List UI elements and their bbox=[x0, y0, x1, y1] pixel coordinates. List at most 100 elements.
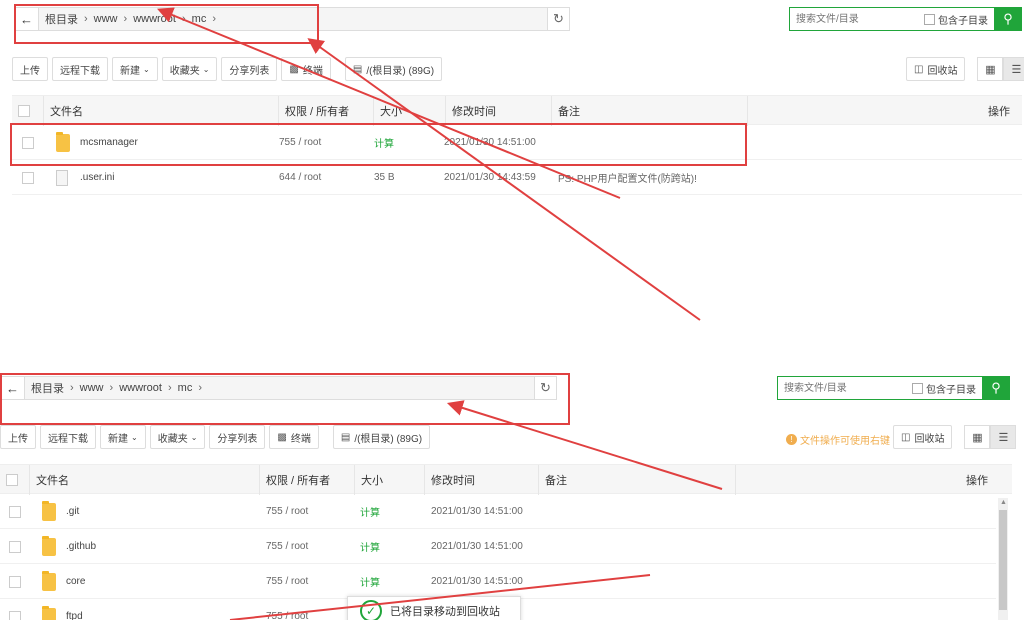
upload-button[interactable]: 上传 bbox=[0, 425, 36, 449]
list-view-icon[interactable]: ☰ bbox=[990, 425, 1017, 449]
col-note: 备注 bbox=[552, 96, 748, 126]
table-scrollbar[interactable]: ▲ bbox=[998, 498, 1008, 620]
terminal-button[interactable]: ▩ 终端 bbox=[281, 57, 331, 81]
row-checkbox[interactable] bbox=[9, 564, 21, 599]
row-checkbox[interactable] bbox=[9, 599, 21, 620]
col-size[interactable]: 大小 bbox=[355, 465, 425, 495]
col-permission[interactable]: 权限 / 所有者 bbox=[279, 96, 374, 126]
file-permission[interactable]: 755 / root bbox=[266, 599, 308, 620]
col-mtime[interactable]: 修改时间 bbox=[425, 465, 539, 495]
file-manager-before: ← 根目录› www› wwwroot› mc› ↻ 包含子目录 ⚲ 上传 远程… bbox=[0, 0, 1024, 330]
col-actions: 操作 bbox=[966, 475, 988, 487]
file-mtime: 2021/01/30 14:51:00 bbox=[431, 506, 523, 517]
col-size[interactable]: 大小 bbox=[374, 96, 446, 126]
include-subdir-toggle[interactable]: 包含子目录 bbox=[912, 381, 976, 396]
table-row[interactable]: .git 755 / root 计算 2021/01/30 14:51:00 bbox=[0, 494, 996, 529]
table-row[interactable]: .github 755 / root 计算 2021/01/30 14:51:0… bbox=[0, 529, 996, 564]
disk-icon: ▤ bbox=[340, 431, 351, 443]
annotation-box bbox=[10, 123, 747, 166]
check-circle-icon: ✓ bbox=[360, 600, 382, 620]
toolbar-right: ◫ 回收站 ▦ ☰ bbox=[893, 425, 1017, 449]
scroll-up-icon[interactable]: ▲ bbox=[1000, 499, 1007, 506]
annotation-box bbox=[0, 373, 570, 425]
trash-icon: ◫ bbox=[914, 63, 924, 75]
file-mtime: 2021/01/30 14:51:00 bbox=[431, 576, 523, 587]
search-box: 包含子目录 ⚲ bbox=[777, 376, 1010, 400]
disk-icon: ▤ bbox=[352, 63, 363, 75]
file-permission[interactable]: 755 / root bbox=[266, 494, 308, 529]
col-permission[interactable]: 权限 / 所有者 bbox=[260, 465, 355, 495]
chevron-down-icon: ⌄ bbox=[202, 64, 210, 74]
col-mtime[interactable]: 修改时间 bbox=[446, 96, 552, 126]
folder-icon bbox=[42, 564, 56, 599]
include-subdir-label: 包含子目录 bbox=[938, 15, 988, 27]
file-name[interactable]: ftpd bbox=[66, 599, 83, 620]
toast-notification: ✓ 已将目录移动到回收站 bbox=[347, 596, 521, 620]
select-all-checkbox[interactable] bbox=[0, 465, 30, 495]
terminal-icon: ▩ bbox=[289, 63, 299, 75]
calc-size-link[interactable]: 计算 bbox=[360, 529, 380, 564]
table-row[interactable]: core 755 / root 计算 2021/01/30 14:51:00 bbox=[0, 564, 996, 599]
scroll-thumb[interactable] bbox=[999, 510, 1007, 610]
row-checkbox[interactable] bbox=[9, 494, 21, 529]
upload-button[interactable]: 上传 bbox=[12, 57, 48, 81]
col-actions: 操作 bbox=[988, 106, 1010, 118]
file-manager-after: ← 根目录› www› wwwroot› mc› ↻ 包含子目录 ⚲ 上传 远程… bbox=[0, 368, 1024, 620]
search-box: 包含子目录 ⚲ bbox=[789, 7, 1022, 31]
disk-button[interactable]: ▤/(根目录) (89G) bbox=[332, 425, 431, 449]
chevron-down-icon: ⌄ bbox=[143, 64, 150, 74]
grid-view-icon[interactable]: ▦ bbox=[964, 425, 991, 449]
include-subdir-toggle[interactable]: 包含子目录 bbox=[924, 12, 988, 27]
share-list-button[interactable]: 分享列表 bbox=[221, 57, 278, 81]
chevron-down-icon: ⌄ bbox=[131, 432, 138, 442]
calc-size-link[interactable]: 计算 bbox=[360, 564, 380, 599]
search-input[interactable] bbox=[778, 377, 908, 399]
context-menu-hint: ! 文件操作可使用右键 bbox=[786, 432, 890, 447]
file-name[interactable]: .git bbox=[66, 494, 79, 529]
terminal-button[interactable]: ▩ 终端 bbox=[269, 425, 319, 449]
trash-icon: ◫ bbox=[901, 431, 911, 443]
toast-message: 已将目录移动到回收站 bbox=[390, 606, 500, 618]
favorites-button[interactable]: 收藏夹 ⌄ bbox=[161, 57, 218, 81]
select-all-checkbox[interactable] bbox=[12, 96, 44, 126]
search-icon[interactable]: ⚲ bbox=[994, 7, 1022, 31]
file-permission[interactable]: 755 / root bbox=[266, 529, 308, 564]
remote-download-button[interactable]: 远程下载 bbox=[40, 425, 96, 449]
recycle-bin-button[interactable]: ◫ 回收站 bbox=[893, 425, 953, 449]
file-permission[interactable]: 755 / root bbox=[266, 564, 308, 599]
list-view-icon[interactable]: ☰ bbox=[1003, 57, 1024, 81]
file-mtime: 2021/01/30 14:51:00 bbox=[431, 541, 523, 552]
include-subdir-label: 包含子目录 bbox=[926, 384, 976, 396]
recycle-bin-button[interactable]: ◫ 回收站 bbox=[906, 57, 966, 81]
grid-view-icon[interactable]: ▦ bbox=[977, 57, 1004, 81]
search-input[interactable] bbox=[790, 8, 920, 30]
checkbox[interactable] bbox=[912, 382, 923, 394]
checkbox[interactable] bbox=[924, 13, 935, 25]
folder-icon bbox=[42, 529, 56, 564]
annotation-box bbox=[14, 4, 319, 44]
info-icon: ! bbox=[786, 434, 797, 445]
remote-download-button[interactable]: 远程下载 bbox=[52, 57, 108, 81]
disk-button[interactable]: ▤/(根目录) (89G) bbox=[344, 57, 443, 81]
table-header: 文件名 权限 / 所有者 大小 修改时间 备注 操作 bbox=[12, 95, 1022, 126]
table-header: 文件名 权限 / 所有者 大小 修改时间 备注 操作 bbox=[0, 464, 1012, 495]
row-checkbox[interactable] bbox=[9, 529, 21, 564]
new-button[interactable]: 新建 ⌄ bbox=[112, 57, 158, 81]
file-name[interactable]: .github bbox=[66, 529, 96, 564]
toolbar-right: ◫ 回收站 ▦ ☰ bbox=[906, 57, 1024, 81]
file-name[interactable]: core bbox=[66, 564, 85, 599]
toolbar: 上传 远程下载 新建 ⌄ 收藏夹 ⌄ 分享列表 ▩ 终端 ▤/(根目录) (89G) bbox=[12, 57, 446, 81]
favorites-button[interactable]: 收藏夹 ⌄ bbox=[149, 425, 206, 449]
col-name[interactable]: 文件名 bbox=[44, 96, 279, 126]
toolbar: 上传 远程下载 新建 ⌄ 收藏夹 ⌄ 分享列表 ▩ 终端 ▤/(根目录) (89G) bbox=[0, 425, 434, 449]
folder-icon bbox=[42, 599, 56, 620]
chevron-down-icon: ⌄ bbox=[190, 432, 198, 442]
terminal-icon: ▩ bbox=[277, 431, 287, 443]
search-icon[interactable]: ⚲ bbox=[982, 376, 1010, 400]
calc-size-link[interactable]: 计算 bbox=[360, 494, 380, 529]
refresh-icon[interactable]: ↻ bbox=[547, 8, 569, 30]
share-list-button[interactable]: 分享列表 bbox=[209, 425, 266, 449]
col-name[interactable]: 文件名 bbox=[30, 465, 260, 495]
new-button[interactable]: 新建 ⌄ bbox=[100, 425, 146, 449]
folder-icon bbox=[42, 494, 56, 529]
